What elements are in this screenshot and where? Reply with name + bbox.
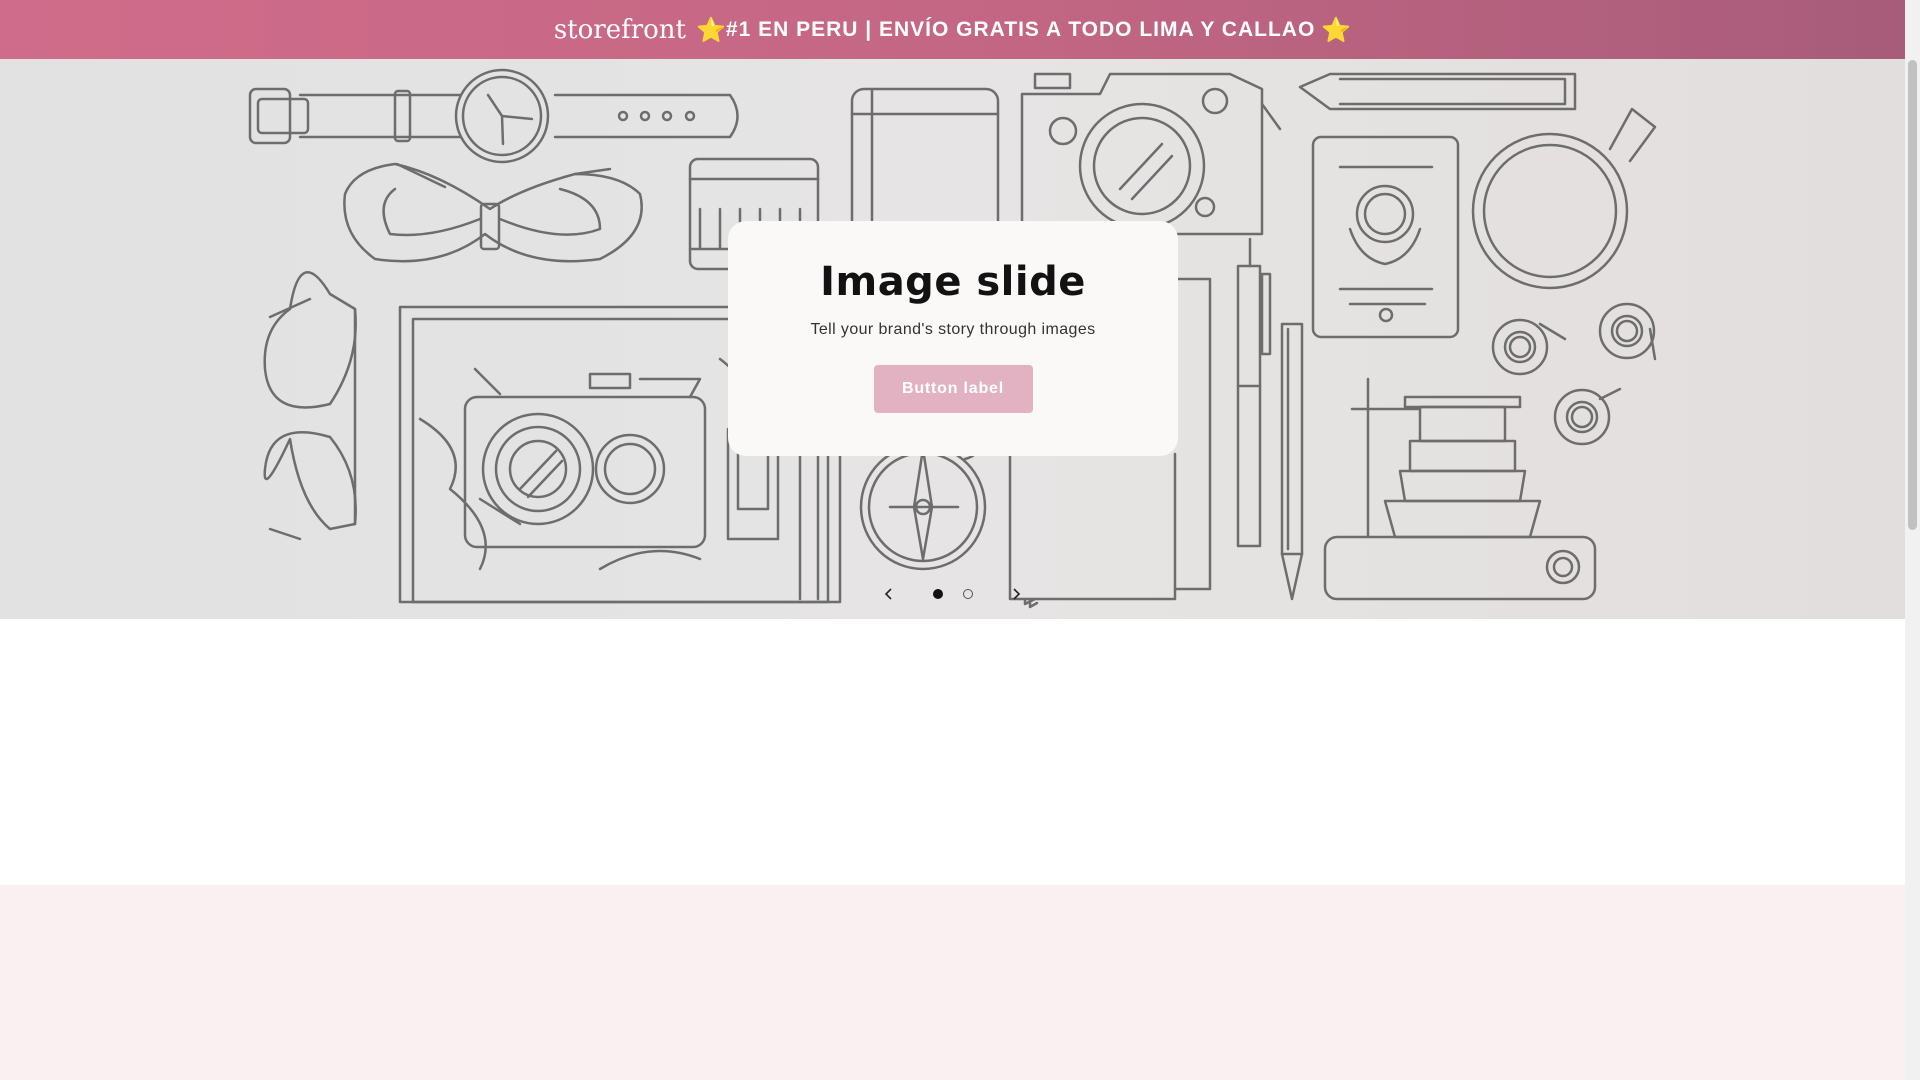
- slide-text: Tell your brand's story through images: [810, 321, 1096, 338]
- magnifier-icon: [1471, 107, 1657, 290]
- slide-heading: Image slide: [820, 259, 1086, 305]
- slide-dot-2[interactable]: [963, 589, 973, 599]
- slide-cta-button[interactable]: Button label: [873, 365, 1033, 413]
- camera-icon: [1020, 72, 1282, 236]
- chevron-right-icon: [1013, 588, 1021, 600]
- passport-icon: [1311, 135, 1460, 339]
- announcement-bar: storefront ⭐ #1 EN PERU | ENVÍO GRATIS A…: [0, 0, 1905, 59]
- star-icon: ⭐: [696, 15, 726, 44]
- pink-section: [0, 885, 1905, 1080]
- slide-dot-1[interactable]: [933, 589, 943, 599]
- pencil-vertical-icon: [1280, 322, 1304, 601]
- sunglasses-icon: [263, 271, 357, 541]
- brand-name: storefront: [553, 14, 686, 45]
- page-scrollbar[interactable]: [1905, 0, 1920, 1080]
- chevron-left-icon: [884, 588, 892, 600]
- star-icon: ⭐: [1321, 15, 1352, 44]
- watch-icon: [248, 68, 739, 164]
- slider-controls: [870, 579, 1030, 609]
- pen-icon: [1236, 237, 1272, 548]
- tape-icon: [1491, 302, 1657, 446]
- content-section: [0, 619, 1905, 885]
- previous-slide-button[interactable]: [878, 583, 900, 605]
- slideshow: Image slide Tell your brand's story thro…: [0, 59, 1905, 619]
- scrollbar-thumb[interactable]: [1908, 60, 1917, 530]
- pencil-icon: [1298, 72, 1577, 111]
- next-slide-button[interactable]: [1005, 583, 1027, 605]
- slide-content-card: Image slide Tell your brand's story thro…: [728, 221, 1178, 456]
- announcement-text: #1 EN PERU | ENVÍO GRATIS A TODO LIMA Y …: [725, 17, 1316, 41]
- bow-tie-icon: [343, 162, 643, 263]
